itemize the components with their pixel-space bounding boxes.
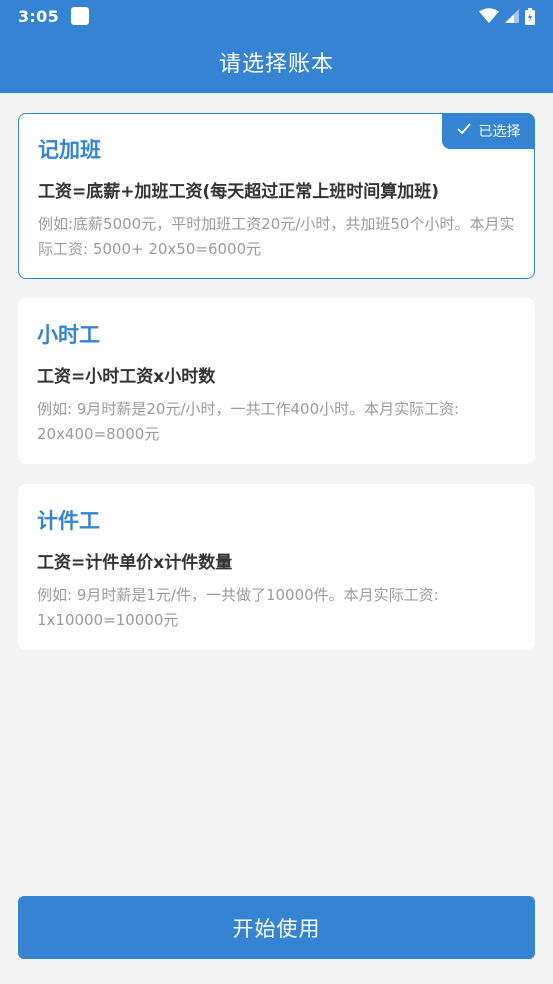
status-time: 3:05 bbox=[18, 6, 59, 26]
app-header: 3:05 请选择账本 bbox=[0, 0, 553, 93]
status-bar: 3:05 bbox=[0, 0, 553, 32]
ledger-card-overtime[interactable]: 已选择 记加班 工资=底薪+加班工资(每天超过正常上班时间算加班) 例如:底薪5… bbox=[18, 113, 535, 279]
battery-icon bbox=[525, 7, 535, 25]
card-title: 记加班 bbox=[38, 138, 101, 162]
signal-icon bbox=[505, 9, 519, 23]
card-title: 小时工 bbox=[37, 323, 100, 347]
ledger-card-piecework[interactable]: 计件工 工资=计件单价x计件数量 例如: 9月时薪是1元/件，一共做了10000… bbox=[18, 484, 535, 650]
page-title: 请选择账本 bbox=[218, 52, 334, 77]
notification-icon bbox=[71, 7, 89, 25]
ledger-card-hourly[interactable]: 小时工 工资=小时工资x小时数 例如: 9月时薪是20元/小时，一共工作400小… bbox=[18, 298, 535, 464]
card-title: 计件工 bbox=[37, 509, 100, 533]
card-formula: 工资=底薪+加班工资(每天超过正常上班时间算加班) bbox=[38, 182, 440, 202]
selected-badge-label: 已选择 bbox=[478, 124, 521, 140]
check-icon bbox=[456, 123, 471, 139]
wifi-icon bbox=[479, 8, 499, 24]
card-example: 例如:底薪5000元，平时加班工资20元/小时，共加班50个小时。本月实际工资:… bbox=[38, 215, 515, 258]
card-example: 例如: 9月时薪是20元/小时，一共工作400小时。本月实际工资: 20x400… bbox=[37, 400, 460, 443]
card-formula: 工资=小时工资x小时数 bbox=[37, 367, 216, 387]
selected-badge: 已选择 bbox=[442, 113, 535, 149]
card-formula: 工资=计件单价x计件数量 bbox=[37, 553, 233, 573]
card-example: 例如: 9月时薪是1元/件，一共做了10000件。本月实际工资: 1x10000… bbox=[37, 586, 439, 629]
start-button[interactable]: 开始使用 bbox=[18, 896, 535, 959]
